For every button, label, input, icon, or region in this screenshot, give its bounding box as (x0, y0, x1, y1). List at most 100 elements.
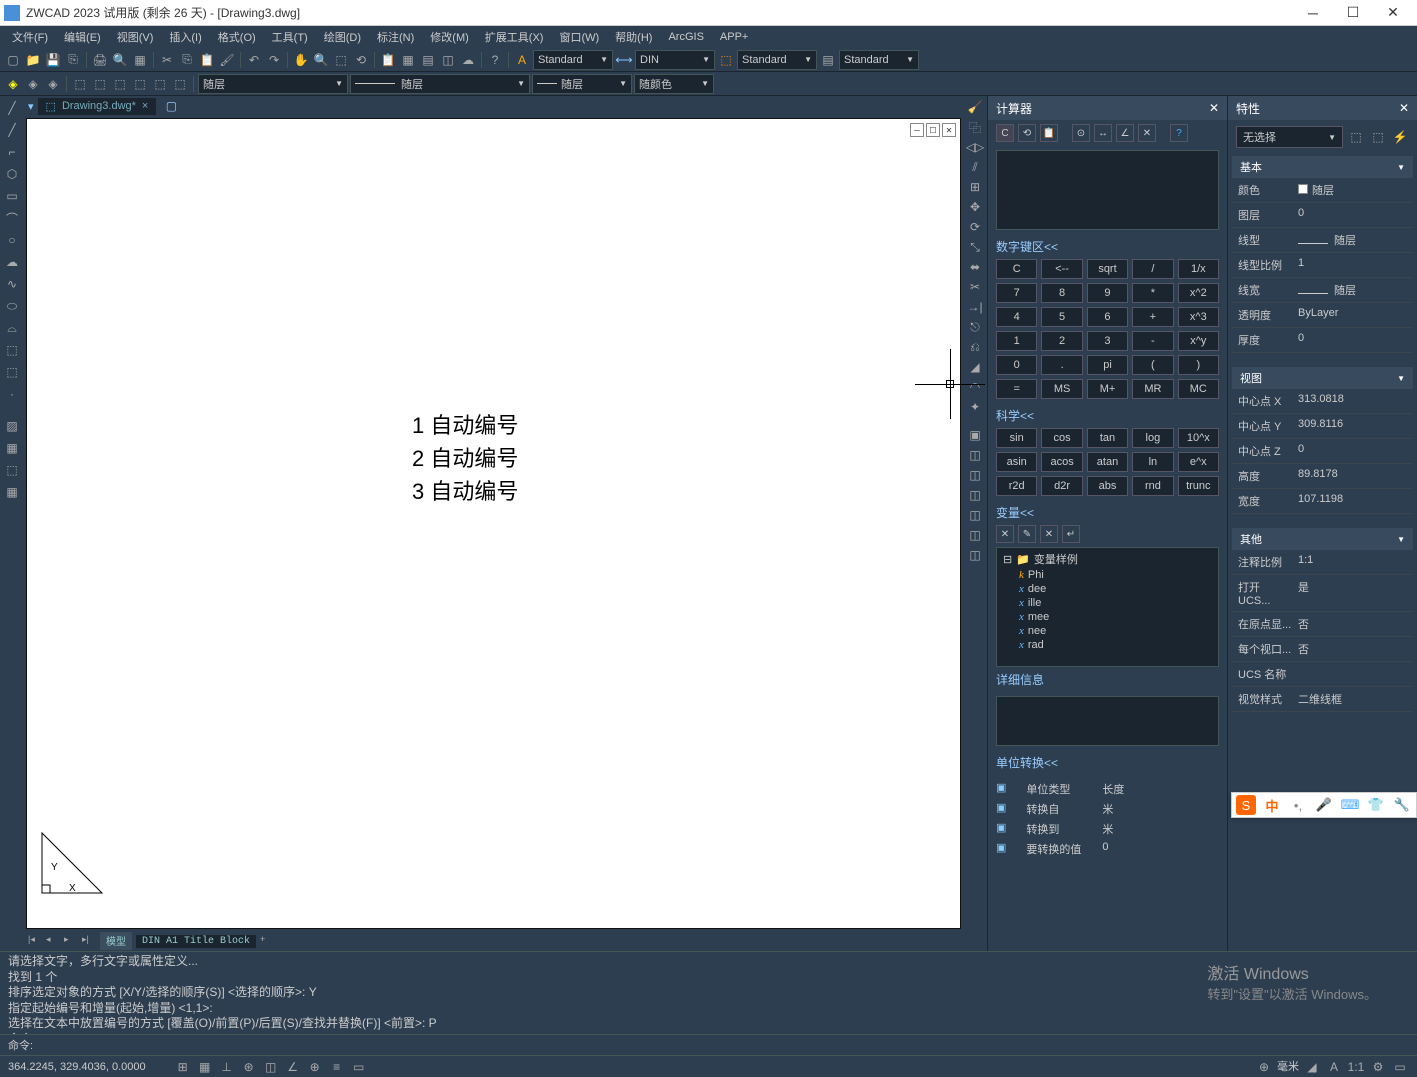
cut-icon[interactable]: ✂ (158, 51, 176, 69)
unit-header[interactable]: 单位转换<< (996, 754, 1219, 771)
calc-btn-M+[interactable]: M+ (1087, 379, 1128, 399)
model-tab[interactable]: 模型 (100, 932, 132, 950)
ellipsearc-icon[interactable]: ⌓ (2, 318, 22, 338)
prop-row[interactable]: 图层0 (1232, 203, 1413, 228)
new-tab-icon[interactable]: ▢ (162, 97, 180, 115)
calc-btn-4[interactable]: 4 (996, 307, 1037, 327)
img-icon[interactable]: ⬚ (171, 75, 189, 93)
units-icon[interactable]: ⊕ (1255, 1058, 1273, 1076)
maximize-button[interactable]: ☐ (1333, 1, 1373, 25)
var-del-icon[interactable]: ✕ (1040, 525, 1058, 543)
tab-add-icon[interactable]: + (260, 934, 274, 948)
var-edit-icon[interactable]: ✎ (1018, 525, 1036, 543)
clean-icon[interactable]: ▭ (1391, 1058, 1409, 1076)
calc-btn-rnd[interactable]: rnd (1132, 476, 1173, 496)
flash-icon[interactable]: ⚡ (1391, 128, 1409, 146)
copy-icon[interactable]: ⎘ (178, 51, 196, 69)
tool4-icon[interactable]: ◫ (965, 506, 985, 524)
props-icon[interactable]: 📋 (379, 51, 397, 69)
coords-display[interactable]: 364.2245, 329.4036, 0.0000 (8, 1061, 146, 1073)
tbl-style-dropdown[interactable]: Standard▼ (839, 50, 919, 70)
calc-btn-9[interactable]: 9 (1087, 283, 1128, 303)
menu-app[interactable]: APP+ (712, 29, 756, 45)
canvas-max-icon[interactable]: ☐ (926, 123, 940, 137)
var-new-icon[interactable]: ✕ (996, 525, 1014, 543)
calc-btn-x^2[interactable]: x^2 (1178, 283, 1219, 303)
attr-icon[interactable]: ⬚ (131, 75, 149, 93)
save-icon[interactable]: 💾 (44, 51, 62, 69)
calc-getpt-icon[interactable]: ⊙ (1072, 124, 1090, 142)
prop-row[interactable]: 中心点 Y309.8116 (1232, 414, 1413, 439)
var-phi[interactable]: kPhi (999, 568, 1216, 582)
calc-btn-8[interactable]: 8 (1041, 283, 1082, 303)
unit-val-row[interactable]: ▣要转换的值0 (988, 839, 1227, 859)
calc-btn-abs[interactable]: abs (1087, 476, 1128, 496)
ortho-icon[interactable]: ⊥ (218, 1058, 236, 1076)
pline-icon[interactable]: ⌐ (2, 142, 22, 162)
calc-btn-e^x[interactable]: e^x (1178, 452, 1219, 472)
detail-header[interactable]: 详细信息 (988, 671, 1227, 688)
calc-btn-sin[interactable]: sin (996, 428, 1037, 448)
redo-icon[interactable]: ↷ (265, 51, 283, 69)
props-close-icon[interactable]: ✕ (1399, 101, 1409, 115)
tool6-icon[interactable]: ◫ (965, 546, 985, 564)
prop-row[interactable]: 透明度ByLayer (1232, 303, 1413, 328)
prop-row[interactable]: 厚度0 (1232, 328, 1413, 353)
var-rad[interactable]: xrad (999, 638, 1216, 652)
tool2-icon[interactable]: ◫ (965, 466, 985, 484)
model-icon[interactable]: ▭ (350, 1058, 368, 1076)
command-input[interactable] (37, 1037, 1409, 1053)
array-icon[interactable]: ⊞ (965, 178, 985, 196)
undo-icon[interactable]: ↶ (245, 51, 263, 69)
ws-icon[interactable]: ⚙ (1369, 1058, 1387, 1076)
polar-icon[interactable]: ⊛ (240, 1058, 258, 1076)
help-icon[interactable]: ? (486, 51, 504, 69)
tool5-icon[interactable]: ◫ (965, 526, 985, 544)
saveall-icon[interactable]: ⎘ (64, 51, 82, 69)
numpad-header[interactable]: 数字键区<< (996, 238, 1219, 255)
close-button[interactable]: ✕ (1373, 1, 1413, 25)
calc-btn-*[interactable]: * (1132, 283, 1173, 303)
print-icon[interactable]: 🖨 (91, 51, 109, 69)
pickadd-icon[interactable]: ⬚ (1347, 128, 1365, 146)
section-basic[interactable]: 基本▼ (1232, 156, 1413, 178)
makeblk-icon[interactable]: ⬚ (2, 362, 22, 382)
tab-first-icon[interactable]: |◂ (28, 934, 42, 948)
section-view[interactable]: 视图▼ (1232, 367, 1413, 389)
calc-btn-tan[interactable]: tan (1087, 428, 1128, 448)
var-header[interactable]: 变量<< (996, 504, 1219, 521)
cloud-icon[interactable]: ☁ (459, 51, 477, 69)
canvas-min-icon[interactable]: ─ (910, 123, 924, 137)
tab-next-icon[interactable]: ▸ (64, 934, 78, 948)
calc-int-icon[interactable]: ✕ (1138, 124, 1156, 142)
calc-btn-1[interactable]: 1 (996, 331, 1037, 351)
otrack-icon[interactable]: ∠ (284, 1058, 302, 1076)
calc-btn-x^3[interactable]: x^3 (1178, 307, 1219, 327)
calc-btn-)[interactable]: ) (1178, 355, 1219, 375)
calc-btn-trunc[interactable]: trunc (1178, 476, 1219, 496)
var-dee[interactable]: xdee (999, 582, 1216, 596)
calc-btn-acos[interactable]: acos (1041, 452, 1082, 472)
prop-row[interactable]: 线型随层 (1232, 228, 1413, 253)
grid-icon[interactable]: ▦ (196, 1058, 214, 1076)
erase-icon[interactable]: 🧹 (965, 98, 985, 116)
insertblk-icon[interactable]: ⬚ (2, 340, 22, 360)
scale-icon[interactable]: ⤡ (965, 238, 985, 256)
offset-icon[interactable]: ⫽ (965, 158, 985, 176)
scale-icon[interactable]: 1:1 (1347, 1058, 1365, 1076)
tool1-icon[interactable]: ◫ (965, 446, 985, 464)
prop-row[interactable]: 高度89.8178 (1232, 464, 1413, 489)
calc-btn-atan[interactable]: atan (1087, 452, 1128, 472)
menu-window[interactable]: 窗口(W) (551, 27, 607, 47)
copy2-icon[interactable]: ⿻ (965, 118, 985, 136)
ellipse-icon[interactable]: ⬭ (2, 296, 22, 316)
ime-lang-icon[interactable]: 中 (1262, 795, 1282, 815)
zoomwin-icon[interactable]: ⬚ (332, 51, 350, 69)
join-icon[interactable]: ⎌ (965, 338, 985, 356)
dimstyle-icon[interactable]: ⟷ (615, 51, 633, 69)
calc-btn-C[interactable]: C (996, 259, 1037, 279)
line-icon[interactable]: ╱ (2, 98, 22, 118)
layeriso-icon[interactable]: ◈ (24, 75, 42, 93)
prop-row[interactable]: 线型比例1 (1232, 253, 1413, 278)
lwt-icon[interactable]: ≡ (328, 1058, 346, 1076)
